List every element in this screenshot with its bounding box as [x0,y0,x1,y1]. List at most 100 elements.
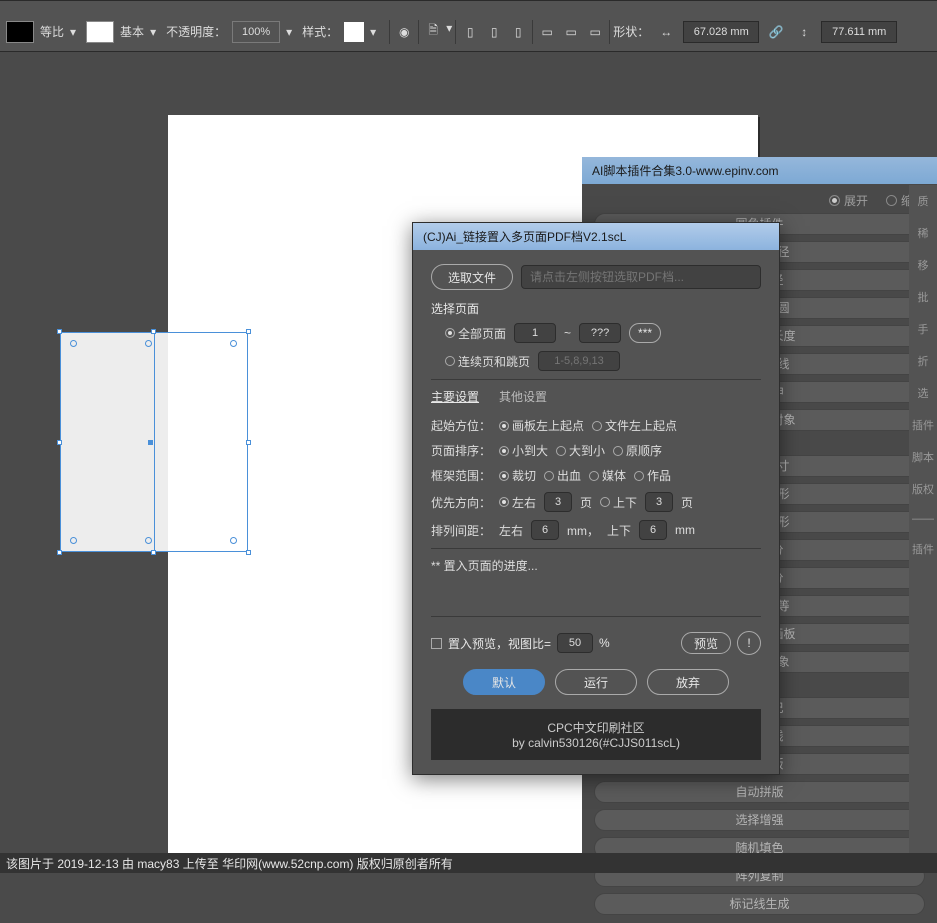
selection[interactable] [60,332,248,552]
handle-br[interactable] [246,550,251,555]
align-vcenter-icon[interactable]: ▭ [560,21,582,43]
dropdown-icon[interactable]: ▾ [70,25,76,39]
sort-asc-radio[interactable]: 小到大 [499,442,548,459]
link-icon[interactable]: 🔗 [765,21,787,43]
shape-label: 形状： [613,23,649,40]
handle-bc[interactable] [151,550,156,555]
opacity-value[interactable]: 100% [232,21,280,43]
width-value[interactable]: 67.028 mm [683,21,759,43]
select-page-label: 选择页面 [431,300,761,317]
gap-lr-input[interactable] [531,520,559,540]
cancel-button[interactable]: 放弃 [647,669,729,695]
sort-desc-radio[interactable]: 大到小 [556,442,605,459]
vertical-tab[interactable]: 稀 [909,217,937,249]
anchor-tc[interactable] [145,340,152,347]
preview-scale-input[interactable] [557,633,593,653]
anchor-tl[interactable] [70,340,77,347]
gap-ud-input[interactable] [639,520,667,540]
recolor-icon[interactable]: ◉ [393,21,415,43]
file-path-input[interactable] [521,265,761,289]
dropdown-icon[interactable]: ▾ [446,21,452,43]
priority-lr-input[interactable] [544,492,572,512]
pill-button[interactable]: 选择增强 [594,809,925,831]
pill-button[interactable]: 自动拼版 [594,781,925,803]
handle-tc[interactable] [151,329,156,334]
vertical-tab[interactable]: 选 [909,377,937,409]
handle-mr[interactable] [246,440,251,445]
pill-button[interactable]: 标记线生成 [594,893,925,915]
default-button[interactable]: 默认 [463,669,545,695]
range-crop-radio[interactable]: 裁切 [499,467,536,484]
separator [418,20,419,44]
continuous-input[interactable] [538,351,620,371]
start-pos-label: 起始方位： [431,417,491,434]
preview-button[interactable]: 预览 [681,632,731,654]
tab-main[interactable]: 主要设置 [431,388,479,407]
vertical-tab[interactable]: 移 [909,249,937,281]
dropdown-icon[interactable]: ▾ [286,25,292,39]
info-button[interactable]: ! [737,631,761,655]
vertical-tab[interactable]: 版权 [909,473,937,505]
progress-text: ** 置入页面的进度... [431,557,761,574]
style-swatch[interactable] [344,22,364,42]
gap-label: 排列间距： [431,522,491,539]
priority-ud-input[interactable] [645,492,673,512]
footer-watermark: 该图片于 2019-12-13 由 macy83 上传至 华印网(www.52c… [0,853,937,873]
dropdown-icon[interactable]: ▾ [150,25,156,39]
stroke-swatch[interactable] [6,21,34,43]
align-hcenter-icon[interactable]: ▯ [483,21,505,43]
tab-other[interactable]: 其他设置 [499,388,547,407]
vertical-tab[interactable]: 批 [909,281,937,313]
vertical-tab[interactable]: 插件 [909,409,937,441]
page-refresh-button[interactable]: *** [629,323,661,343]
height-value[interactable]: 77.611 mm [821,21,897,43]
align-top-icon[interactable]: ▭ [536,21,558,43]
page-to-input[interactable] [579,323,621,343]
anchor-center[interactable] [148,440,153,445]
dialog-pdf-placer: (CJ)Ai_链接置入多页面PDF档V2.1scL 选取文件 选择页面 全部页面… [412,222,780,775]
height-icon: ↕ [793,21,815,43]
preview-checkbox[interactable] [431,638,442,649]
range-work-radio[interactable]: 作品 [634,467,671,484]
toolbar: 等比 ▾ 基本 ▾ 不透明度： 100% ▾ 样式： ▾ ◉ 🗎 ▾ ▯ ▯ ▯… [0,12,937,52]
anchor-tr[interactable] [230,340,237,347]
handle-tl[interactable] [57,329,62,334]
start-artboard-radio[interactable]: 画板左上起点 [499,417,584,434]
align-bottom-icon[interactable]: ▭ [584,21,606,43]
dialog-title: (CJ)Ai_链接置入多页面PDF档V2.1scL [413,223,779,250]
select-file-button[interactable]: 选取文件 [431,264,513,290]
fill-swatch[interactable] [86,21,114,43]
continuous-radio[interactable]: 连续页和跳页 [445,353,530,370]
sort-orig-radio[interactable]: 原顺序 [613,442,662,459]
priority-label: 优先方向： [431,494,491,511]
doc-icon[interactable]: 🗎 [422,21,444,43]
run-button[interactable]: 运行 [555,669,637,695]
vertical-tab[interactable]: —— [909,505,937,533]
vertical-tab[interactable]: 质 [909,185,937,217]
dropdown-icon[interactable]: ▾ [370,25,376,39]
vertical-tab[interactable]: 折 [909,345,937,377]
separator [431,379,761,380]
vertical-tab[interactable]: 插件 [909,533,937,565]
vertical-tab[interactable]: 手 [909,313,937,345]
handle-bl[interactable] [57,550,62,555]
align-left-icon[interactable]: ▯ [459,21,481,43]
align-right-icon[interactable]: ▯ [507,21,529,43]
anchor-bc[interactable] [145,537,152,544]
all-pages-radio[interactable]: 全部页面 [445,325,506,342]
selection-divider [154,332,155,552]
start-file-radio[interactable]: 文件左上起点 [592,417,677,434]
credit-box: CPC中文印刷社区 by calvin530126(#CJJS011scL) [431,709,761,760]
range-media-radio[interactable]: 媒体 [589,467,626,484]
page-from-input[interactable] [514,323,556,343]
range-bleed-radio[interactable]: 出血 [544,467,581,484]
anchor-br[interactable] [230,537,237,544]
anchor-bl[interactable] [70,537,77,544]
expand-radio[interactable]: 展开 [829,192,868,209]
priority-lr-radio[interactable]: 左右 [499,494,536,511]
vertical-tab[interactable]: 脚本 [909,441,937,473]
ratio-label: 等比 [40,23,64,40]
handle-tr[interactable] [246,329,251,334]
handle-ml[interactable] [57,440,62,445]
priority-ud-radio[interactable]: 上下 [600,494,637,511]
